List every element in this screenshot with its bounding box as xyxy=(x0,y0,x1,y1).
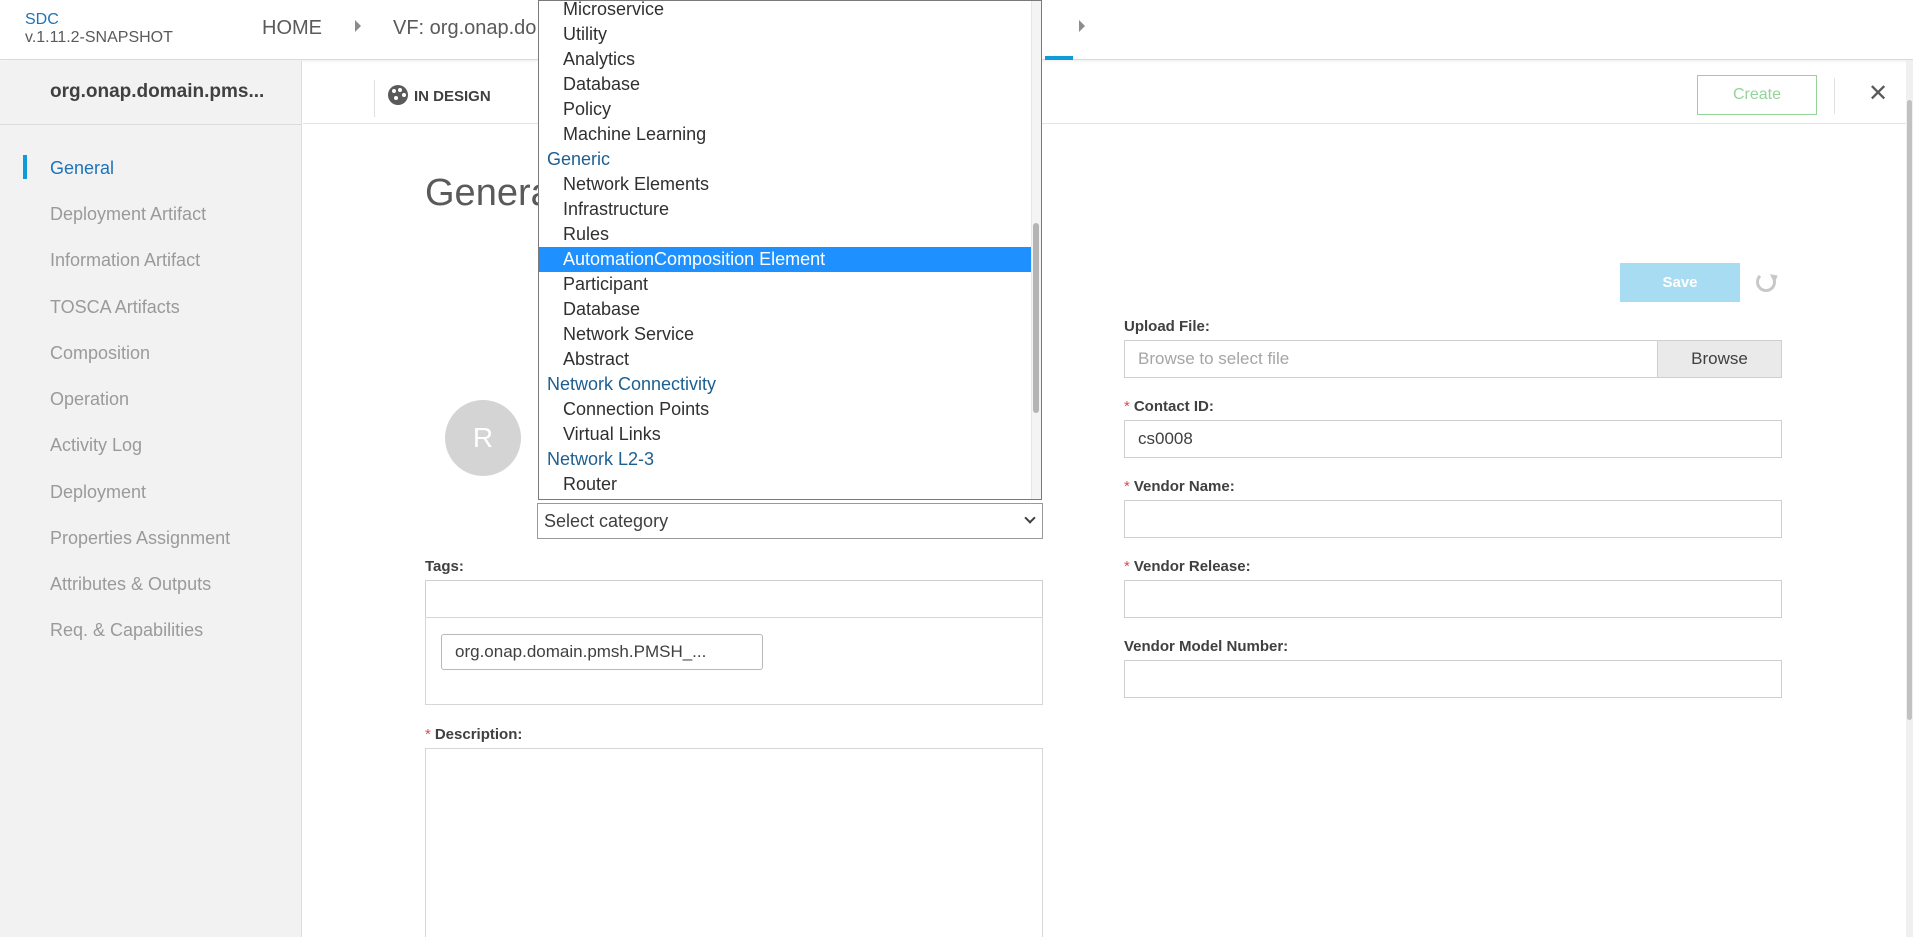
tags-label: Tags: xyxy=(425,558,464,575)
breadcrumb-home[interactable]: HOME xyxy=(262,17,322,40)
dropdown-scrollbar-thumb[interactable] xyxy=(1033,223,1039,413)
save-button[interactable]: Save xyxy=(1620,263,1740,302)
create-button[interactable]: Create xyxy=(1697,75,1817,115)
close-icon[interactable]: ✕ xyxy=(1868,82,1888,106)
refresh-icon[interactable] xyxy=(1756,272,1776,292)
sidebar-item-deployment[interactable]: Deployment xyxy=(50,482,146,503)
dropdown-option[interactable]: Machine Learning xyxy=(539,122,1032,147)
breadcrumb-vf[interactable]: VF: org.onap.do xyxy=(393,17,536,40)
description-textarea[interactable] xyxy=(425,748,1043,937)
dropdown-option[interactable]: Router xyxy=(539,472,1032,497)
dropdown-option[interactable]: AutomationComposition Element xyxy=(539,247,1032,272)
dropdown-option[interactable]: Virtual Links xyxy=(539,422,1032,447)
nav-active-indicator xyxy=(23,155,27,179)
dropdown-option[interactable]: Connection Points xyxy=(539,397,1032,422)
dropdown-option[interactable]: Microservice xyxy=(539,1,1032,22)
upload-file-input[interactable]: Browse to select file xyxy=(1124,340,1658,378)
vendor-name-label: * Vendor Name: xyxy=(1124,478,1235,495)
sidebar-item-general[interactable]: General xyxy=(50,158,114,179)
tags-input[interactable] xyxy=(425,580,1043,618)
dropdown-option[interactable]: Utility xyxy=(539,22,1032,47)
category-select[interactable]: Select category xyxy=(537,503,1043,539)
sidebar-divider xyxy=(0,124,302,125)
resource-name: org.onap.domain.pms... xyxy=(50,81,265,102)
description-label: * Description: xyxy=(425,726,523,743)
breadcrumb-separator-icon xyxy=(355,20,361,32)
dropdown-option[interactable]: Analytics xyxy=(539,47,1032,72)
sidebar-item-composition[interactable]: Composition xyxy=(50,343,150,364)
category-dropdown-list[interactable]: Router Network L2-3 Virtual Links Connectio… xyxy=(538,0,1042,500)
header-divider xyxy=(374,80,375,117)
sidebar-item-req-capabilities[interactable]: Req. & Capabilities xyxy=(50,620,203,641)
sidebar-item-properties-assignment[interactable]: Properties Assignment xyxy=(50,528,230,549)
vendor-model-field[interactable] xyxy=(1124,660,1782,698)
contact-id-field[interactable]: cs0008 xyxy=(1124,420,1782,458)
breadcrumb-active-indicator xyxy=(1045,56,1073,60)
app-version: v.1.11.2-SNAPSHOT xyxy=(25,29,173,46)
resource-avatar[interactable]: R xyxy=(445,400,521,476)
dropdown-group-label: Network L2-3 xyxy=(547,449,655,469)
status-label: IN DESIGN xyxy=(414,88,491,105)
chevron-down-icon xyxy=(1024,512,1036,524)
page-scrollbar-thumb[interactable] xyxy=(1907,100,1912,720)
app-name: SDC xyxy=(25,11,59,28)
dropdown-option[interactable]: Infrastructure xyxy=(539,197,1032,222)
tag-chip[interactable]: org.onap.domain.pmsh.PMSH_... xyxy=(441,634,763,670)
sidebar-item-operation[interactable]: Operation xyxy=(50,389,129,410)
dropdown-option[interactable]: Network Elements xyxy=(539,172,1032,197)
lifecycle-status: IN DESIGN xyxy=(388,85,491,105)
header-divider-right xyxy=(1834,78,1835,114)
dropdown-option[interactable]: Database xyxy=(539,297,1032,322)
dropdown-option[interactable]: Abstract xyxy=(539,347,1032,372)
dropdown-option[interactable]: Participant xyxy=(539,272,1032,297)
app-brand[interactable]: SDC v.1.11.2-SNAPSHOT xyxy=(25,11,173,47)
dropdown-group-label: Generic xyxy=(547,149,611,169)
vendor-release-field[interactable] xyxy=(1124,580,1782,618)
contact-id-label: * Contact ID: xyxy=(1124,398,1214,415)
sidebar-item-attributes-outputs[interactable]: Attributes & Outputs xyxy=(50,574,211,595)
sidebar-item-tosca-artifacts[interactable]: TOSCA Artifacts xyxy=(50,297,180,318)
breadcrumb-next-icon[interactable] xyxy=(1079,20,1085,32)
dropdown-option[interactable]: Rules xyxy=(539,222,1032,247)
sidebar-item-information-artifact[interactable]: Information Artifact xyxy=(50,250,200,271)
dropdown-scrollbar[interactable] xyxy=(1031,1,1041,499)
sidebar: org.onap.domain.pms... xyxy=(0,61,302,937)
dropdown-group-label: Network Connectivity xyxy=(547,374,717,394)
upload-file-label: Upload File: xyxy=(1124,318,1210,335)
palette-icon xyxy=(388,85,408,105)
category-select-value: Select category xyxy=(544,511,669,531)
sidebar-item-deployment-artifact[interactable]: Deployment Artifact xyxy=(50,204,206,225)
vendor-release-label: * Vendor Release: xyxy=(1124,558,1251,575)
vendor-name-field[interactable] xyxy=(1124,500,1782,538)
browse-button[interactable]: Browse xyxy=(1657,340,1782,378)
vendor-model-label: Vendor Model Number: xyxy=(1124,638,1289,655)
dropdown-option[interactable]: Database xyxy=(539,72,1032,97)
dropdown-option[interactable]: Network Service xyxy=(539,322,1032,347)
dropdown-option[interactable]: Policy xyxy=(539,97,1032,122)
sidebar-item-activity-log[interactable]: Activity Log xyxy=(50,435,142,456)
